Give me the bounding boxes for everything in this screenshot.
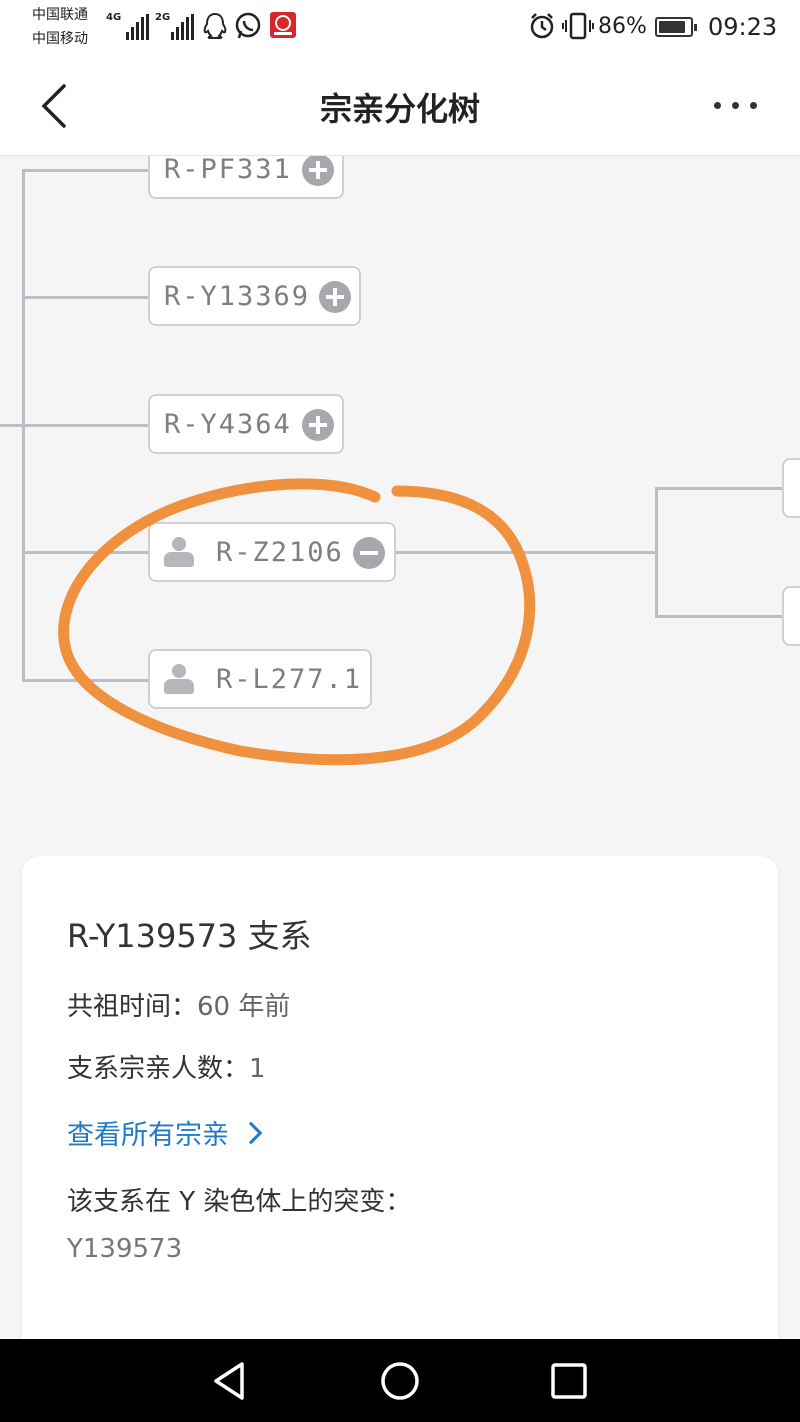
network-type-2: 2G bbox=[155, 12, 171, 23]
battery-fill bbox=[659, 21, 685, 33]
more-options-button[interactable] bbox=[708, 88, 764, 124]
view-all-relatives-link[interactable]: 查看所有宗亲 bbox=[67, 1113, 263, 1152]
app-badge-icon bbox=[270, 12, 296, 38]
branch-info-card: R-Y139573 支系 共祖时间：60 年前 支系宗亲人数：1 查看所有宗亲 … bbox=[22, 856, 778, 1356]
member-count-label: 支系宗亲人数： bbox=[67, 1054, 250, 1084]
mutation-label: 该支系在 Y 染色体上的突变： bbox=[67, 1187, 412, 1217]
qq-icon bbox=[203, 12, 227, 39]
view-all-label: 查看所有宗亲 bbox=[67, 1120, 229, 1151]
battery-icon bbox=[655, 17, 697, 37]
chevron-right-icon bbox=[239, 1121, 263, 1145]
mutation-value: Y139573 bbox=[67, 1234, 183, 1264]
signal-icon: 4G bbox=[106, 10, 150, 40]
annotation-circle bbox=[58, 478, 536, 766]
page-title: 宗亲分化树 bbox=[319, 90, 480, 128]
vibrate-icon bbox=[562, 12, 594, 40]
system-nav-bar bbox=[0, 1339, 800, 1422]
status-bar: 中国联通 中国移动 4G 2G 86% 09:23 bbox=[0, 0, 800, 56]
signal-icon-2: 2G bbox=[155, 10, 199, 40]
carrier-2: 中国移动 bbox=[32, 31, 88, 47]
branch-tree: R-PF331 R-Y13369 R-Y4364 R-Z2106 R-L277.… bbox=[0, 156, 800, 856]
ancestor-time-value: 60 年前 bbox=[197, 992, 291, 1022]
whatsapp-icon bbox=[235, 12, 261, 39]
nav-home-circle-icon[interactable] bbox=[377, 1358, 423, 1404]
more-dots-icon bbox=[714, 102, 721, 109]
member-count-row: 支系宗亲人数：1 bbox=[67, 1048, 266, 1085]
carrier-1: 中国联通 bbox=[32, 7, 88, 23]
member-count-value: 1 bbox=[249, 1054, 266, 1084]
battery-percent: 86% bbox=[598, 14, 647, 39]
ancestor-time-label: 共祖时间： bbox=[67, 992, 198, 1022]
network-type-1: 4G bbox=[106, 12, 122, 23]
status-time: 09:23 bbox=[708, 13, 778, 41]
app-header: 宗亲分化树 bbox=[0, 56, 800, 156]
nav-recent-square-icon[interactable] bbox=[546, 1358, 592, 1404]
nav-back-triangle-icon[interactable] bbox=[206, 1358, 252, 1404]
branch-title: R-Y139573 支系 bbox=[67, 917, 312, 955]
ancestor-time-row: 共祖时间：60 年前 bbox=[67, 986, 290, 1023]
alarm-icon bbox=[530, 13, 554, 39]
